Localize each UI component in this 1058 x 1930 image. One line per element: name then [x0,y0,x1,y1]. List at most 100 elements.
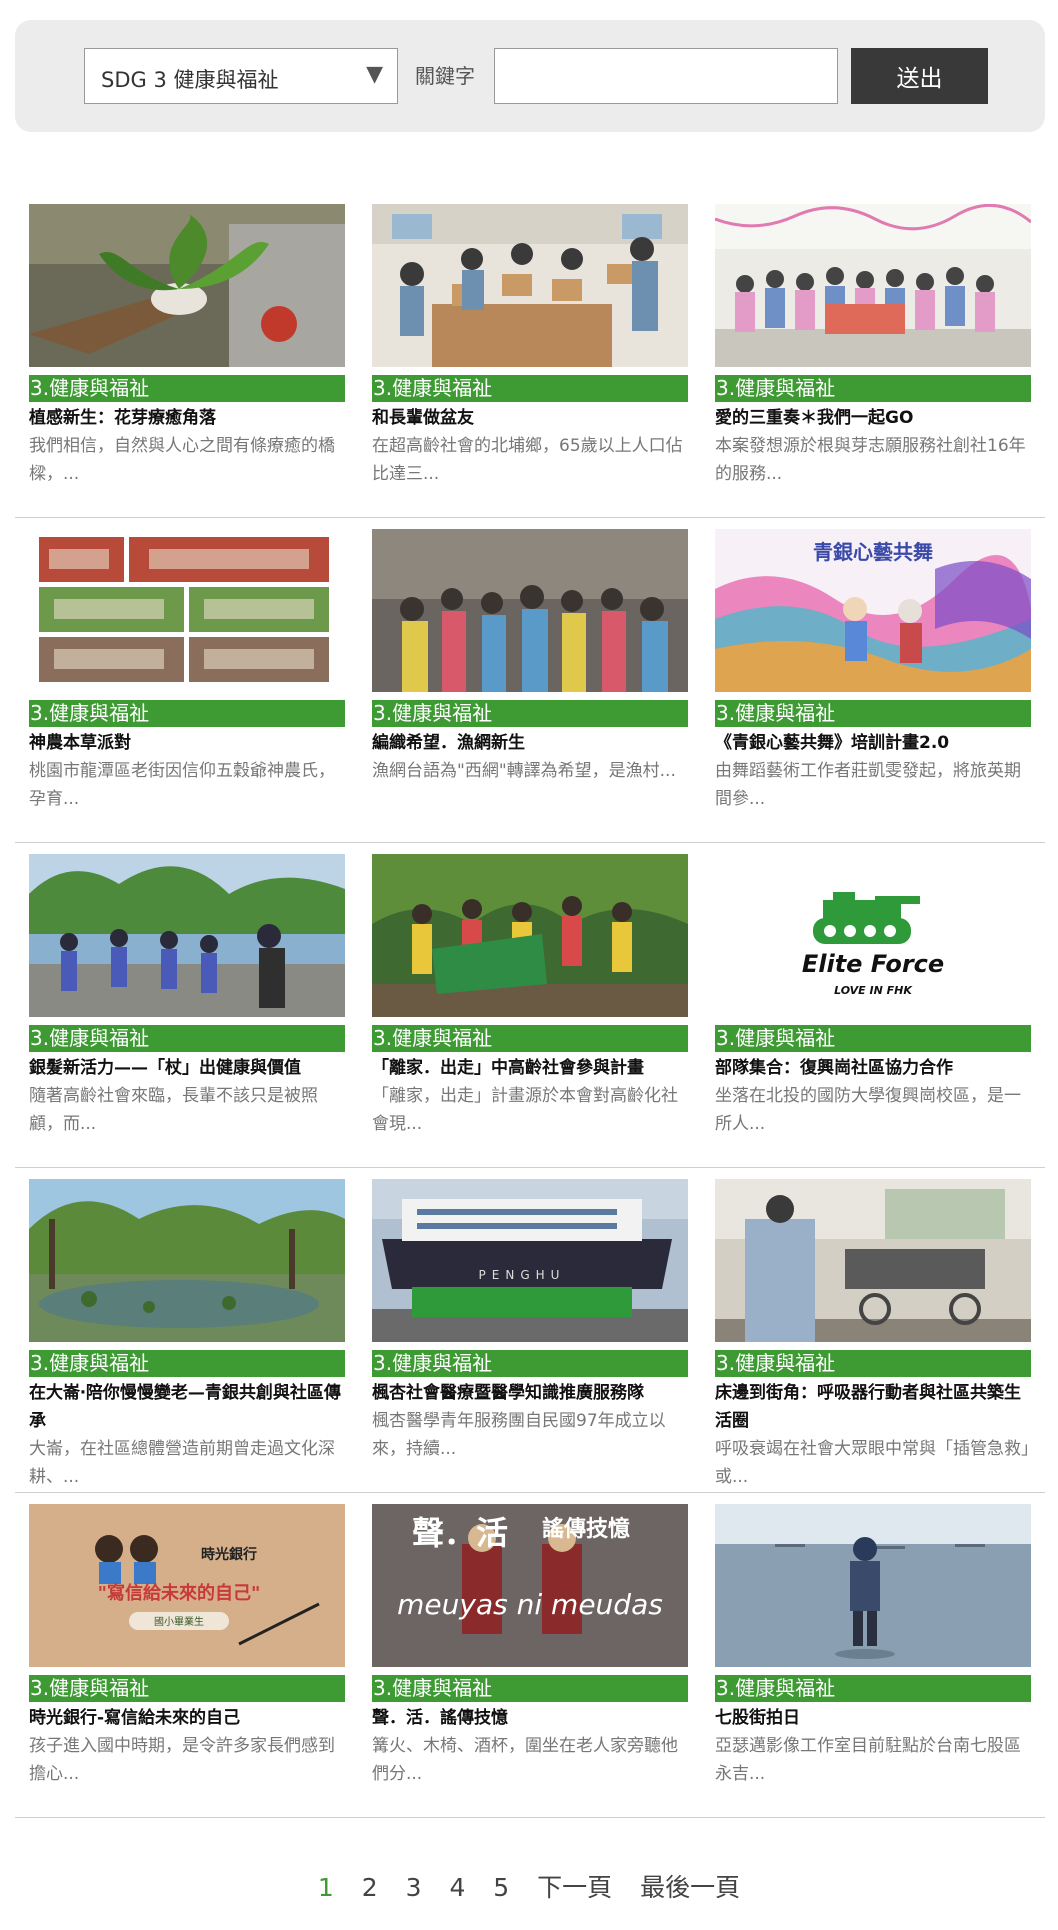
card-description: 「離家，出走」計畫源於本會對高齡化社會現... [372,1086,678,1134]
project-thumbnail[interactable] [715,204,1031,367]
project-card[interactable]: 3.健康與福祉 和長輩做盆友 在超高齡社會的北埔鄉，65歲以上人口佔比達三... [372,204,688,488]
card-title[interactable]: 部隊集合：復興崗社區協力合作 [715,1054,1031,1082]
category-badge: 3.健康與福祉 [372,1025,688,1052]
project-row: 3.健康與福祉 在大崙‧陪你慢慢變老—青銀共創與社區傳承 大崙，在社區總體營造前… [15,1179,1045,1493]
page-link-5[interactable]: 5 [493,1873,509,1902]
page-link-3[interactable]: 3 [406,1873,422,1902]
project-card[interactable]: 3.健康與福祉 七股街拍日 亞瑟邁影像工作室目前駐點於台南七股區永吉... [715,1504,1031,1788]
card-description: 大崙，在社區總體營造前期曾走過文化深耕、... [29,1439,335,1487]
card-description: 亞瑟邁影像工作室目前駐點於台南七股區永吉... [715,1736,1021,1784]
card-description: 漁網台語為"西網"轉譯為希望，是漁村... [372,761,676,781]
sdg-select[interactable]: SDG 3 健康與福祉 ▼ [84,48,398,104]
keyword-input[interactable] [494,48,838,104]
category-badge: 3.健康與福祉 [29,700,345,727]
category-badge: 3.健康與福祉 [372,375,688,402]
category-badge: 3.健康與福祉 [715,1350,1031,1377]
card-title[interactable]: 編織希望．漁網新生 [372,729,688,757]
card-title[interactable]: 植感新生：花芽療癒角落 [29,404,345,432]
card-description: 篝火、木椅、酒杯，圍坐在老人家旁聽他們分... [372,1736,678,1784]
thumb-dance-title: 青銀心藝共舞 [813,540,933,564]
card-description: 在超高齡社會的北埔鄉，65歲以上人口佔比達三... [372,436,683,484]
project-card[interactable]: 3.健康與福祉 在大崙‧陪你慢慢變老—青銀共創與社區傳承 大崙，在社區總體營造前… [29,1179,345,1491]
card-title[interactable]: 在大崙‧陪你慢慢變老—青銀共創與社區傳承 [29,1379,345,1435]
project-row: 3.健康與福祉 神農本草派對 桃園市龍潭區老街因信仰五穀爺神農氏，孕育... 3… [15,529,1045,843]
project-card[interactable]: 時光銀行 "寫信給未來的自己" 國小畢業生 3.健康與福祉 時光銀行-寫信給未來… [29,1504,345,1788]
card-title[interactable]: 床邊到街角：呼吸器行動者與社區共築生活圈 [715,1379,1031,1435]
page-link-1[interactable]: 1 [318,1873,334,1902]
project-card[interactable]: Elite Force LOVE IN FHK 3.健康與福祉 部隊集合：復興崗… [715,854,1031,1138]
card-description: 我們相信，自然與人心之間有條療癒的橋樑，... [29,436,335,484]
project-thumbnail[interactable] [29,854,345,1017]
card-title[interactable]: 時光銀行-寫信給未來的自己 [29,1704,345,1732]
project-row: 3.健康與福祉 植感新生：花芽療癒角落 我們相信，自然與人心之間有條療癒的橋樑，… [15,204,1045,518]
project-card[interactable]: 聲．活 謠傳技憶 meuyas ni meudas 3.健康與福祉 聲．活．謠傳… [372,1504,688,1788]
card-title[interactable]: 「離家．出走」中高齡社會參與計畫 [372,1054,688,1082]
card-title[interactable]: 愛的三重奏＊我們一起GO [715,404,1031,432]
card-description: 孩子進入國中時期，是令許多家長們感到擔心... [29,1736,335,1784]
project-thumbnail[interactable] [29,204,345,367]
category-badge: 3.健康與福祉 [372,1675,688,1702]
card-description: 楓杏醫學青年服務團自民國97年成立以來，持續... [372,1411,666,1459]
search-filter-bar: SDG 3 健康與福祉 ▼ 關鍵字 送出 [15,20,1045,132]
project-grid: 3.健康與福祉 植感新生：花芽療癒角落 我們相信，自然與人心之間有條療癒的橋樑，… [15,204,1045,1818]
project-card[interactable]: 3.健康與福祉 愛的三重奏＊我們一起GO 本案發想源於根與芽志願服務社創社16年… [715,204,1031,488]
card-description: 桃園市龍潭區老街因信仰五穀爺神農氏，孕育... [29,761,335,809]
project-card[interactable]: 3.健康與福祉 床邊到街角：呼吸器行動者與社區共築生活圈 呼吸衰竭在社會大眾眼中… [715,1179,1031,1491]
project-thumbnail[interactable] [29,529,345,692]
category-badge: 3.健康與福祉 [372,700,688,727]
card-title[interactable]: 神農本草派對 [29,729,345,757]
page-link-4[interactable]: 4 [449,1873,465,1902]
card-title[interactable]: 聲．活．謠傳技憶 [372,1704,688,1732]
thumb-letter-title: "寫信給未來的自己" [98,1582,261,1604]
project-card[interactable]: 3.健康與福祉 銀髮新活力——「杖」出健康與價值 隨著高齡社會來臨，長輩不該只是… [29,854,345,1138]
project-thumbnail[interactable] [372,204,688,367]
category-badge: 3.健康與福祉 [715,1675,1031,1702]
submit-button[interactable]: 送出 [851,48,988,104]
project-card[interactable]: 3.健康與福祉 「離家．出走」中高齡社會參與計畫 「離家，出走」計畫源於本會對高… [372,854,688,1138]
category-badge: 3.健康與福祉 [29,1675,345,1702]
card-description: 本案發想源於根與芽志願服務社創社16年的服務... [715,436,1026,484]
category-badge: 3.健康與福祉 [372,1350,688,1377]
project-row: 時光銀行 "寫信給未來的自己" 國小畢業生 3.健康與福祉 時光銀行-寫信給未來… [15,1504,1045,1818]
project-thumbnail[interactable]: 時光銀行 "寫信給未來的自己" 國小畢業生 [29,1504,345,1667]
category-badge: 3.健康與福祉 [29,1025,345,1052]
thumb-elite-subtitle: LOVE IN FHK [834,984,913,997]
card-description: 呼吸衰竭在社會大眾眼中常與「插管急救」或... [715,1439,1030,1487]
sdg-select-value: SDG 3 健康與福祉 [101,68,279,92]
project-card[interactable]: 3.健康與福祉 編織希望．漁網新生 漁網台語為"西網"轉譯為希望，是漁村... [372,529,688,785]
thumb-voice-subtitle: 謠傳技憶 [542,1516,630,1542]
card-title[interactable]: 楓杏社會醫療暨醫學知識推廣服務隊 [372,1379,688,1407]
category-badge: 3.健康與福祉 [715,375,1031,402]
thumb-voice-script: meuyas ni meudas [397,1588,663,1621]
project-thumbnail[interactable]: Elite Force LOVE IN FHK [715,854,1031,1017]
project-thumbnail[interactable] [372,854,688,1017]
project-card[interactable]: PENGHU 3.健康與福祉 楓杏社會醫療暨醫學知識推廣服務隊 楓杏醫學青年服務… [372,1179,688,1463]
project-thumbnail[interactable] [29,1179,345,1342]
thumb-voice-title: 聲．活 [412,1514,508,1552]
card-title[interactable]: 和長輩做盆友 [372,404,688,432]
dropdown-arrow-icon: ▼ [366,62,383,87]
category-badge: 3.健康與福祉 [715,1025,1031,1052]
project-thumbnail[interactable]: PENGHU [372,1179,688,1342]
card-description: 坐落在北投的國防大學復興崗校區，是一所人... [715,1086,1021,1134]
next-page-link[interactable]: 下一頁 [537,1868,612,1904]
last-page-link[interactable]: 最後一頁 [640,1868,740,1904]
keyword-label: 關鍵字 [415,64,475,88]
project-card[interactable]: 3.健康與福祉 植感新生：花芽療癒角落 我們相信，自然與人心之間有條療癒的橋樑，… [29,204,345,488]
project-card[interactable]: 青銀心藝共舞 3.健康與福祉 《青銀心藝共舞》培訓計畫2.0 由舞蹈藝術工作者莊… [715,529,1031,813]
category-badge: 3.健康與福祉 [715,700,1031,727]
card-title[interactable]: 《青銀心藝共舞》培訓計畫2.0 [715,729,1031,757]
project-thumbnail[interactable]: 聲．活 謠傳技憶 meuyas ni meudas [372,1504,688,1667]
card-title[interactable]: 銀髮新活力——「杖」出健康與價值 [29,1054,345,1082]
page-link-2[interactable]: 2 [362,1873,378,1902]
card-title[interactable]: 七股街拍日 [715,1704,1031,1732]
project-thumbnail[interactable] [372,529,688,692]
project-thumbnail[interactable]: 青銀心藝共舞 [715,529,1031,692]
thumb-bank-name: 時光銀行 [201,1546,257,1563]
project-thumbnail[interactable] [715,1504,1031,1667]
project-card[interactable]: 3.健康與福祉 神農本草派對 桃園市龍潭區老街因信仰五穀爺神農氏，孕育... [29,529,345,813]
thumb-ship-name: PENGHU [479,1268,566,1282]
thumb-elite-title: Elite Force [802,950,944,978]
card-description: 隨著高齡社會來臨，長輩不該只是被照顧，而... [29,1086,318,1134]
project-thumbnail[interactable] [715,1179,1031,1342]
